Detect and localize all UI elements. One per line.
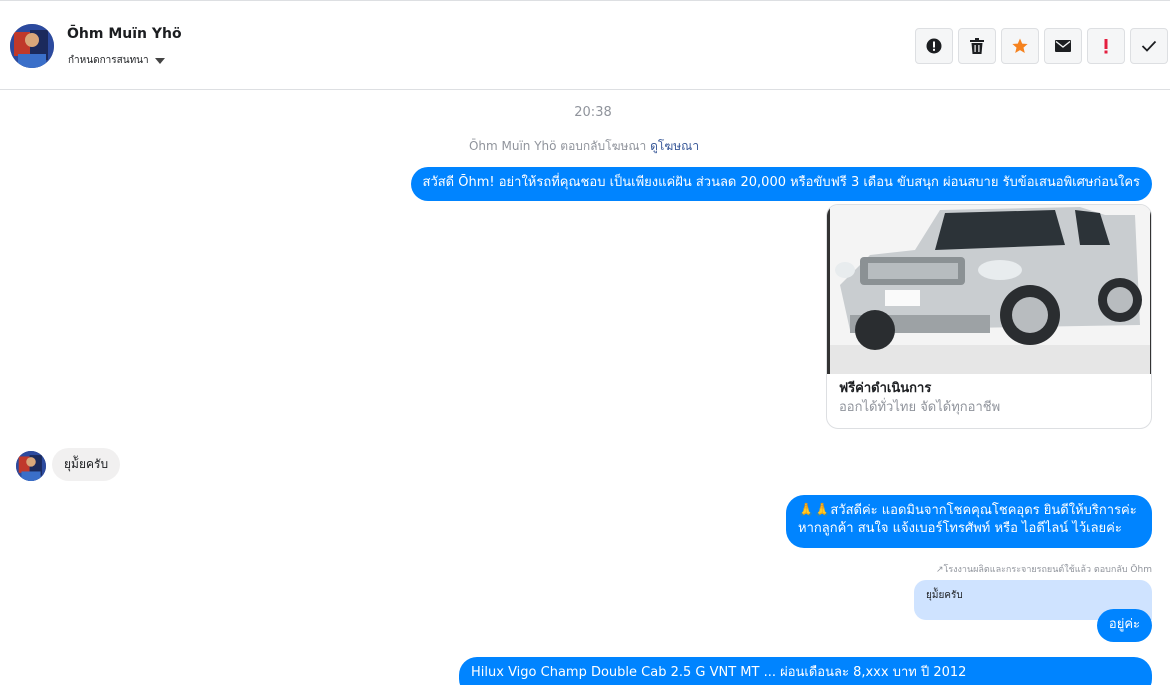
done-button[interactable] — [1130, 28, 1168, 64]
message-timestamp: 20:38 — [574, 105, 612, 120]
reply-context-note: ↗โรงงานผลิตและกระจายรถยนต์ใช้แล้ว ตอบกลั… — [935, 565, 1152, 575]
incoming-message: ยุม้ัยครับ — [52, 448, 121, 481]
mark-unread-button[interactable] — [1044, 28, 1082, 64]
ad-card[interactable]: ฟรีค่าดำเนินการ ออกได้ทั่วไทย จัดได้ทุกอ… — [826, 204, 1152, 429]
contact-avatar-small — [16, 451, 46, 481]
ad-card-subtitle: ออกได้ทั่วไทย จัดได้ทุกอาชีพ — [839, 400, 1001, 415]
ad-card-title: ฟรีค่าดำเนินการ — [839, 381, 932, 396]
star-icon — [1012, 38, 1028, 53]
view-ad-link[interactable]: ดูโฆษณา — [650, 139, 699, 153]
contact-avatar[interactable] — [10, 24, 54, 68]
outgoing-message: Hilux Vigo Champ Double Cab 2.5 G VNT MT… — [459, 657, 1152, 685]
contact-name[interactable]: Ōhm Muïn Yhö — [67, 26, 182, 42]
spam-button[interactable] — [915, 28, 953, 64]
check-icon — [1141, 40, 1157, 52]
envelope-icon — [1055, 40, 1071, 52]
important-button[interactable] — [1087, 28, 1125, 64]
outgoing-message: สวัสดี Ōhm! อย่าให้รถที่คุณชอบ เป็นเพียง… — [410, 167, 1152, 201]
alert-circle-icon — [926, 38, 942, 54]
outgoing-message: อยู่ค่ะ — [1096, 609, 1152, 642]
conversation-header: Ōhm Muïn Yhö กำหนดการสนทนา — [0, 0, 1170, 90]
ad-reply-text: Ōhm Muïn Yhö ตอบกลับโฆษณา — [468, 139, 647, 153]
ad-reply-note: Ōhm Muïn Yhö ตอบกลับโฆษณา ดูโฆษณา — [0, 137, 1168, 156]
exclamation-icon — [1104, 39, 1108, 54]
assign-conversation-dropdown[interactable]: กำหนดการสนทนา — [68, 53, 165, 68]
delete-button[interactable] — [958, 28, 996, 64]
car-image — [827, 205, 1151, 374]
assign-label: กำหนดการสนทนา — [68, 55, 149, 66]
trash-icon — [970, 38, 984, 54]
star-button[interactable] — [1001, 28, 1039, 64]
outgoing-message: 🙏🙏สวัสดีค่ะ แอดมินจากโชคคุณโชคอุดร ยินดี… — [786, 495, 1152, 548]
action-toolbar — [915, 28, 1168, 64]
chevron-down-icon — [154, 57, 165, 64]
